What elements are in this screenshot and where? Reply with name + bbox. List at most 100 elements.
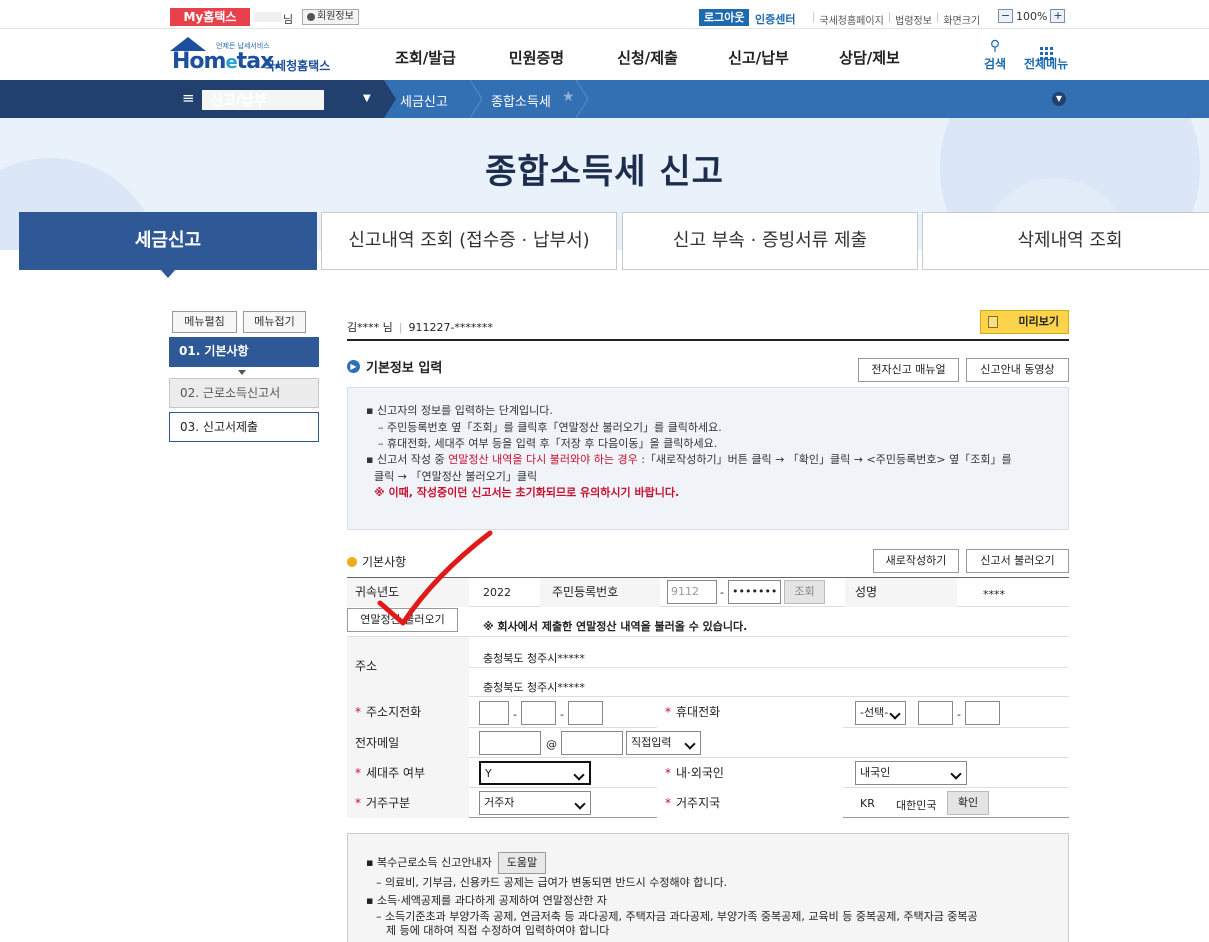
country-label: * 거주지국 (657, 788, 843, 818)
expand-menu-button[interactable]: 메뉴펼침 (172, 311, 237, 333)
tab-tax-report[interactable]: 세금신고 (19, 212, 317, 278)
breadcrumb-income-tax[interactable]: 종합소득세 (491, 91, 551, 110)
manual-button[interactable]: 전자신고 매뉴얼 (858, 358, 959, 382)
name-value: **** (983, 588, 1005, 601)
home-phone-3-input[interactable] (568, 701, 603, 725)
home-phone-2-input[interactable] (521, 701, 556, 725)
logo-korean: 국세청홈택스 (264, 59, 331, 73)
tab-report-history[interactable]: 신고내역 조회 (접수증 · 납부서) (321, 212, 617, 270)
search-label: 검색 (984, 57, 1007, 71)
document-icon (988, 316, 998, 328)
gnb-inquiry[interactable]: 조회/발급 (370, 47, 481, 68)
residence-label: * 거주구분 (347, 788, 469, 818)
address-line-1: 충청북도 청주시***** (483, 652, 585, 665)
year-end-load-button[interactable]: 연말정산 불러오기 (347, 608, 458, 632)
home-phone-1-input[interactable] (479, 701, 509, 725)
site-header: 언제든 납세서비스 Hometax. 국세청홈택스 조회/발급 민원증명 신청/… (0, 29, 1209, 80)
home-phone-label: * 주소지전화 (347, 697, 469, 728)
email-id-input[interactable] (479, 731, 541, 755)
preview-button[interactable]: 미리보기 (980, 310, 1069, 334)
country-name: 대한민국 (896, 799, 937, 812)
rrn-label: 주민등록번호 (540, 578, 660, 607)
search-icon: ⚲ (989, 38, 1001, 54)
gnb-report-pay[interactable]: 신고/납부 (703, 47, 814, 68)
gnb-certificate[interactable]: 민원증명 (481, 47, 592, 68)
basic-info-title: ▶ 기본정보 입력 (347, 357, 442, 376)
collapse-menu-button[interactable]: 메뉴접기 (243, 311, 306, 333)
tab-attachments[interactable]: 신고 부속 · 증빙서류 제출 (622, 212, 918, 270)
user-name: 김**** 님 (347, 321, 393, 334)
person-icon (307, 13, 315, 21)
address-label: 주소 (347, 637, 469, 697)
step-basic-info[interactable]: 01. 기본사항 (169, 337, 319, 367)
chevron-down-icon[interactable]: ▼ (1052, 92, 1066, 106)
page-title: 종합소득세 신고 (485, 152, 724, 192)
zoom-control: − 100% + (998, 9, 1066, 23)
user-info-line: 김**** 님 | 911227-******* (347, 321, 493, 334)
user-suffix: 님 (283, 13, 294, 26)
lookup-button[interactable]: 조회 (784, 580, 825, 604)
member-info-button[interactable]: 회원정보 (302, 9, 359, 25)
residence-select[interactable]: 거주자 (479, 791, 591, 815)
rrn-front-input[interactable]: 9112 (667, 580, 717, 604)
chevron-right-icon (384, 80, 396, 118)
all-menu-button[interactable]: 전체메뉴 (1024, 37, 1068, 72)
user-rrn: 911227-******* (408, 321, 493, 334)
mobile-2-input[interactable] (918, 701, 953, 725)
gnb-consult[interactable]: 상담/제보 (814, 47, 925, 68)
zoom-value: 100% (1016, 9, 1048, 23)
country-confirm-button[interactable]: 확인 (947, 791, 989, 815)
chevron-right-icon (576, 80, 588, 118)
basic-items-title: 기본사항 (347, 553, 406, 570)
rrn-back-input[interactable]: ••••••• (728, 580, 781, 604)
my-hometax-button[interactable]: My홈택스 (170, 8, 250, 26)
law-info-link[interactable]: 법령정보 (895, 12, 932, 27)
logout-button[interactable]: 로그아웃 (699, 9, 750, 26)
menu-dropdown[interactable]: ≡ 신고/납부 ▼ (0, 80, 384, 118)
nationality-label: * 내·외국인 (657, 758, 843, 788)
top-links: | 국세청홈페이지 | 법령정보 | 화면크기 (812, 12, 981, 27)
divider (347, 339, 1069, 341)
load-report-button[interactable]: 신고서 불러오기 (966, 549, 1069, 573)
help-button[interactable]: 도움말 (497, 852, 547, 874)
gnb-application[interactable]: 신청/제출 (592, 47, 703, 68)
email-domain-input[interactable] (561, 731, 623, 755)
preview-label: 미리보기 (1018, 315, 1059, 328)
household-select[interactable]: Y (479, 761, 591, 785)
tab-deleted-history[interactable]: 삭제내역 조회 (922, 212, 1209, 270)
nts-home-link[interactable]: 국세청홈페이지 (819, 12, 883, 27)
search-button[interactable]: ⚲ 검색 (984, 37, 1006, 72)
email-domain-select[interactable]: 직접입력 (626, 731, 701, 755)
arrow-circle-icon: ▶ (347, 360, 360, 373)
utility-bar: My홈택스 님 회원정보 로그아웃 인증센터 | 국세청홈페이지 | 법령정보 … (0, 0, 1209, 29)
chevron-right-icon (470, 80, 482, 118)
new-write-button[interactable]: 새로작성하기 (873, 549, 959, 573)
hamburger-icon: ≡ (182, 89, 195, 107)
notice-box: ▪ 복수근로소득 신고안내자 도움말 – 의료비, 기부금, 신용카드 공제는 급… (347, 833, 1069, 942)
star-icon[interactable]: ★ (562, 89, 575, 105)
nationality-select[interactable]: 내국인 (855, 761, 967, 785)
household-label: * 세대주 여부 (347, 758, 469, 788)
zoom-in-button[interactable]: + (1050, 9, 1066, 23)
address-line-2: 충청북도 청주시***** (483, 681, 585, 694)
cert-center-link[interactable]: 인증센터 (755, 11, 795, 27)
name-label: 성명 (845, 578, 957, 607)
step-earned-income[interactable]: 02. 근로소득신고서 (169, 378, 319, 408)
mobile-3-input[interactable] (965, 701, 1000, 725)
step-submit[interactable]: 03. 신고서제출 (169, 412, 319, 442)
hometax-logo[interactable]: 언제든 납세서비스 Hometax. 국세청홈택스 (168, 35, 343, 75)
caret-down-icon: ▼ (363, 93, 371, 104)
bullet-icon (347, 556, 357, 567)
mobile-prefix-select[interactable]: -선택- (855, 701, 906, 725)
breadcrumb-tax-report[interactable]: 세금신고 (400, 91, 448, 110)
member-info-label: 회원정보 (317, 11, 354, 22)
username-masked (254, 12, 282, 22)
info-box: ▪ 신고자의 정보를 입력하는 단계입니다. – 주민등록번호 옆「조회」를 클… (347, 387, 1069, 530)
all-menu-label: 전체메뉴 (1024, 57, 1069, 71)
guide-video-button[interactable]: 신고안내 동영상 (966, 358, 1069, 382)
email-label: 전자메일 (347, 728, 469, 758)
step-arrow-icon (238, 370, 246, 375)
zoom-out-button[interactable]: − (998, 9, 1013, 23)
year-value: 2022 (483, 586, 511, 599)
grid-menu-icon (1024, 37, 1068, 60)
